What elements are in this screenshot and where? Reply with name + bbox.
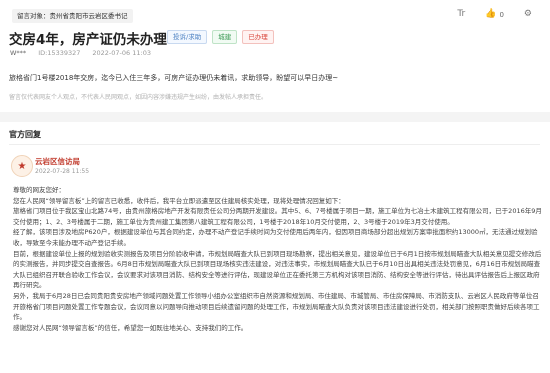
tag-category[interactable]: 投诉/求助 [167, 30, 208, 44]
font-size-icon: Tr [457, 9, 466, 19]
message-title: 交房4年，房产证仍未办理 [9, 32, 167, 48]
more-button[interactable]: ⚙ [524, 10, 532, 19]
reply-paragraph: 另外，我局于6月28日已会同贵阳贵安房地产领域问题处置工作领导小组办公室组织市自… [13, 291, 540, 322]
reply-date: 2022-07-28 11:55 [35, 168, 90, 175]
reply-paragraph: 经了解，该项目涉及地房P620户，根据建设单位与其合同约定，办理不动产登记手续时… [13, 228, 538, 247]
message-datetime: 2022-07-06 11:03 [92, 49, 151, 57]
reply-section-line [9, 144, 540, 145]
thumbs-up-icon: 👍 [485, 9, 497, 19]
reply-body: 尊敬的网友您好： 您在人民网“领导留言板”上的留言已收悉，收件后，我平台立即派遣… [13, 185, 545, 333]
tag-field[interactable]: 城建 [212, 30, 238, 44]
tag-status: 已办理 [242, 30, 274, 44]
target-label: 留言对象： [17, 12, 50, 20]
target-value: 贵州省贵阳市云岩区委书记 [49, 12, 128, 20]
toolbar: Tr 👍 0 ⚙ [457, 10, 532, 19]
reply-paragraph: 您在人民网“领导留言板”上的留言已收悉，收件后，我平台立即派遣至区住建局核实处理… [13, 196, 345, 205]
font-size-button[interactable]: Tr [457, 10, 465, 19]
message-id: ID:15339327 [38, 49, 81, 57]
reply-org: 云岩区信访局 [35, 157, 80, 166]
message-user: W*** [10, 49, 27, 57]
gear-icon: ⚙ [523, 9, 532, 19]
reply-paragraph: 尊敬的网友您好： [13, 186, 65, 194]
message-tags: 投诉/求助 城建 已办理 [167, 30, 274, 44]
reply-section-title: 官方回复 [9, 130, 41, 139]
message-disclaimer: 留言仅代表网友个人观点，不代表人民网观点，如因内容涉嫌违规产生纠纷，由发帖人承担… [9, 94, 268, 101]
like-count: 0 [499, 10, 504, 19]
reply-paragraph: 旅格省门项目位于我区宝山北路74号，由贵州旅格房地产开发有限责任公司分两期开发建… [13, 207, 542, 226]
message-target-pill: 留言对象：贵州省贵阳市云岩区委书记 [12, 9, 133, 23]
message-content: 旅格省门1号楼2018年交房，迄今已入住三年多，可房产证办理仍未着讯，求助领导，… [9, 74, 339, 82]
reply-paragraph: 感谢您对人民网“领导留言板”的信任，希望您一如既往地关心、支持我们的工作。 [13, 323, 248, 332]
like-button[interactable]: 👍 0 [485, 10, 504, 19]
org-avatar-icon: ★ [11, 155, 33, 177]
message-target: 留言对象：贵州省贵阳市云岩区委书记 [12, 8, 133, 24]
section-divider [0, 112, 550, 122]
reply-paragraph: 目前，根据建设单位上报的规划验收实测报告及项目分阶验收申请，市规划局瞄查大队已到… [13, 249, 542, 290]
message-meta: W*** ID:15339327 2022-07-06 11:03 [10, 49, 151, 57]
